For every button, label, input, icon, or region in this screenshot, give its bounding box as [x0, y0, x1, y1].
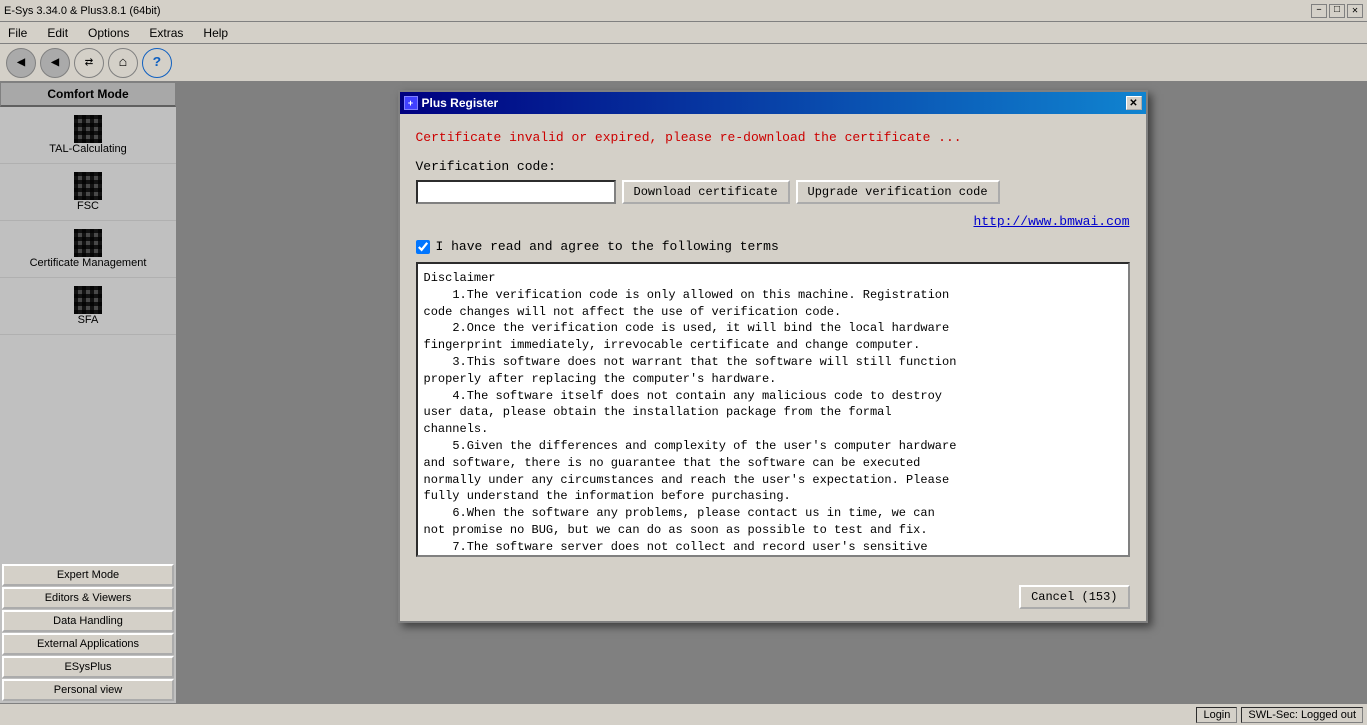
toolbar-help-button[interactable]: ?: [142, 48, 172, 78]
dialog-close-button[interactable]: ✕: [1126, 96, 1142, 110]
disclaimer-text[interactable]: Disclaimer 1.The verification code is on…: [416, 262, 1130, 557]
dialog-title-icon: +: [404, 96, 418, 110]
download-certificate-button[interactable]: Download certificate: [622, 180, 790, 204]
esysplus-button[interactable]: ESysPlus: [2, 656, 174, 678]
sidebar-item-fsc[interactable]: FSC: [0, 164, 176, 221]
dialog-title-text: Plus Register: [422, 96, 499, 110]
fsc-label: FSC: [77, 200, 99, 212]
toolbar-forward-button[interactable]: ◀: [40, 48, 70, 78]
data-handling-button[interactable]: Data Handling: [2, 610, 174, 632]
verification-label: Verification code:: [416, 159, 1130, 174]
comfort-mode-section: Comfort Mode TAL-Calculating FSC Certifi…: [0, 82, 176, 562]
title-controls: – □ ✕: [1311, 4, 1363, 18]
dialog-title-left: + Plus Register: [404, 96, 499, 110]
dialog-overlay: + Plus Register ✕ Certificate invalid or…: [178, 82, 1367, 703]
app-title: E-Sys 3.34.0 & Plus3.8.1 (64bit): [4, 5, 161, 17]
swl-sec-label: SWL-Sec: Logged out: [1248, 709, 1356, 721]
menu-extras[interactable]: Extras: [145, 24, 187, 42]
agree-label: I have read and agree to the following t…: [436, 239, 779, 254]
menu-bar: File Edit Options Extras Help: [0, 22, 1367, 44]
toolbar-home-button[interactable]: ⌂: [108, 48, 138, 78]
toolbar: ◀ ◀ ⇄ ⌂ ?: [0, 44, 1367, 82]
external-applications-button[interactable]: External Applications: [2, 633, 174, 655]
close-button[interactable]: ✕: [1347, 4, 1363, 18]
agree-row: I have read and agree to the following t…: [416, 239, 1130, 254]
bmwai-link[interactable]: http://www.bmwai.com: [973, 214, 1129, 229]
menu-file[interactable]: File: [4, 24, 31, 42]
status-bar: Login SWL-Sec: Logged out: [0, 703, 1367, 725]
menu-edit[interactable]: Edit: [43, 24, 72, 42]
error-message: Certificate invalid or expired, please r…: [416, 130, 1130, 145]
tal-calculating-label: TAL-Calculating: [49, 143, 126, 155]
plus-register-dialog: + Plus Register ✕ Certificate invalid or…: [398, 90, 1148, 623]
sfa-icon: [74, 286, 102, 314]
comfort-mode-header[interactable]: Comfort Mode: [0, 82, 176, 107]
toolbar-back-button[interactable]: ◀: [6, 48, 36, 78]
maximize-button[interactable]: □: [1329, 4, 1345, 18]
verification-input[interactable]: [416, 180, 616, 204]
login-status[interactable]: Login: [1196, 707, 1237, 723]
content-area: + Plus Register ✕ Certificate invalid or…: [178, 82, 1367, 703]
upgrade-verification-button[interactable]: Upgrade verification code: [796, 180, 1000, 204]
minimize-button[interactable]: –: [1311, 4, 1327, 18]
sidebar-item-certificate-management[interactable]: Certificate Management: [0, 221, 176, 278]
sidebar-item-tal-calculating[interactable]: TAL-Calculating: [0, 107, 176, 164]
dialog-titlebar: + Plus Register ✕: [400, 92, 1146, 114]
title-bar: E-Sys 3.34.0 & Plus3.8.1 (64bit) – □ ✕: [0, 0, 1367, 22]
personal-view-button[interactable]: Personal view: [2, 679, 174, 701]
sidebar-footer: Expert Mode Editors & Viewers Data Handl…: [0, 562, 176, 703]
dialog-body: Certificate invalid or expired, please r…: [400, 114, 1146, 585]
swl-sec-status: SWL-Sec: Logged out: [1241, 707, 1363, 723]
verification-row: Download certificate Upgrade verificatio…: [416, 180, 1130, 204]
cancel-button[interactable]: Cancel (153): [1019, 585, 1129, 609]
editors-viewers-button[interactable]: Editors & Viewers: [2, 587, 174, 609]
link-row: http://www.bmwai.com: [416, 214, 1130, 229]
main-layout: Comfort Mode TAL-Calculating FSC Certifi…: [0, 82, 1367, 703]
sidebar-item-sfa[interactable]: SFA: [0, 278, 176, 335]
toolbar-refresh-button[interactable]: ⇄: [74, 48, 104, 78]
expert-mode-button[interactable]: Expert Mode: [2, 564, 174, 586]
fsc-icon: [74, 172, 102, 200]
login-label: Login: [1203, 709, 1230, 721]
sidebar: Comfort Mode TAL-Calculating FSC Certifi…: [0, 82, 178, 703]
menu-help[interactable]: Help: [199, 24, 232, 42]
dialog-footer: Cancel (153): [400, 585, 1146, 621]
menu-options[interactable]: Options: [84, 24, 133, 42]
sfa-label: SFA: [78, 314, 99, 326]
tal-calculating-icon: [74, 115, 102, 143]
agree-checkbox[interactable]: [416, 240, 430, 254]
cert-management-icon: [74, 229, 102, 257]
cert-management-label: Certificate Management: [30, 257, 147, 269]
